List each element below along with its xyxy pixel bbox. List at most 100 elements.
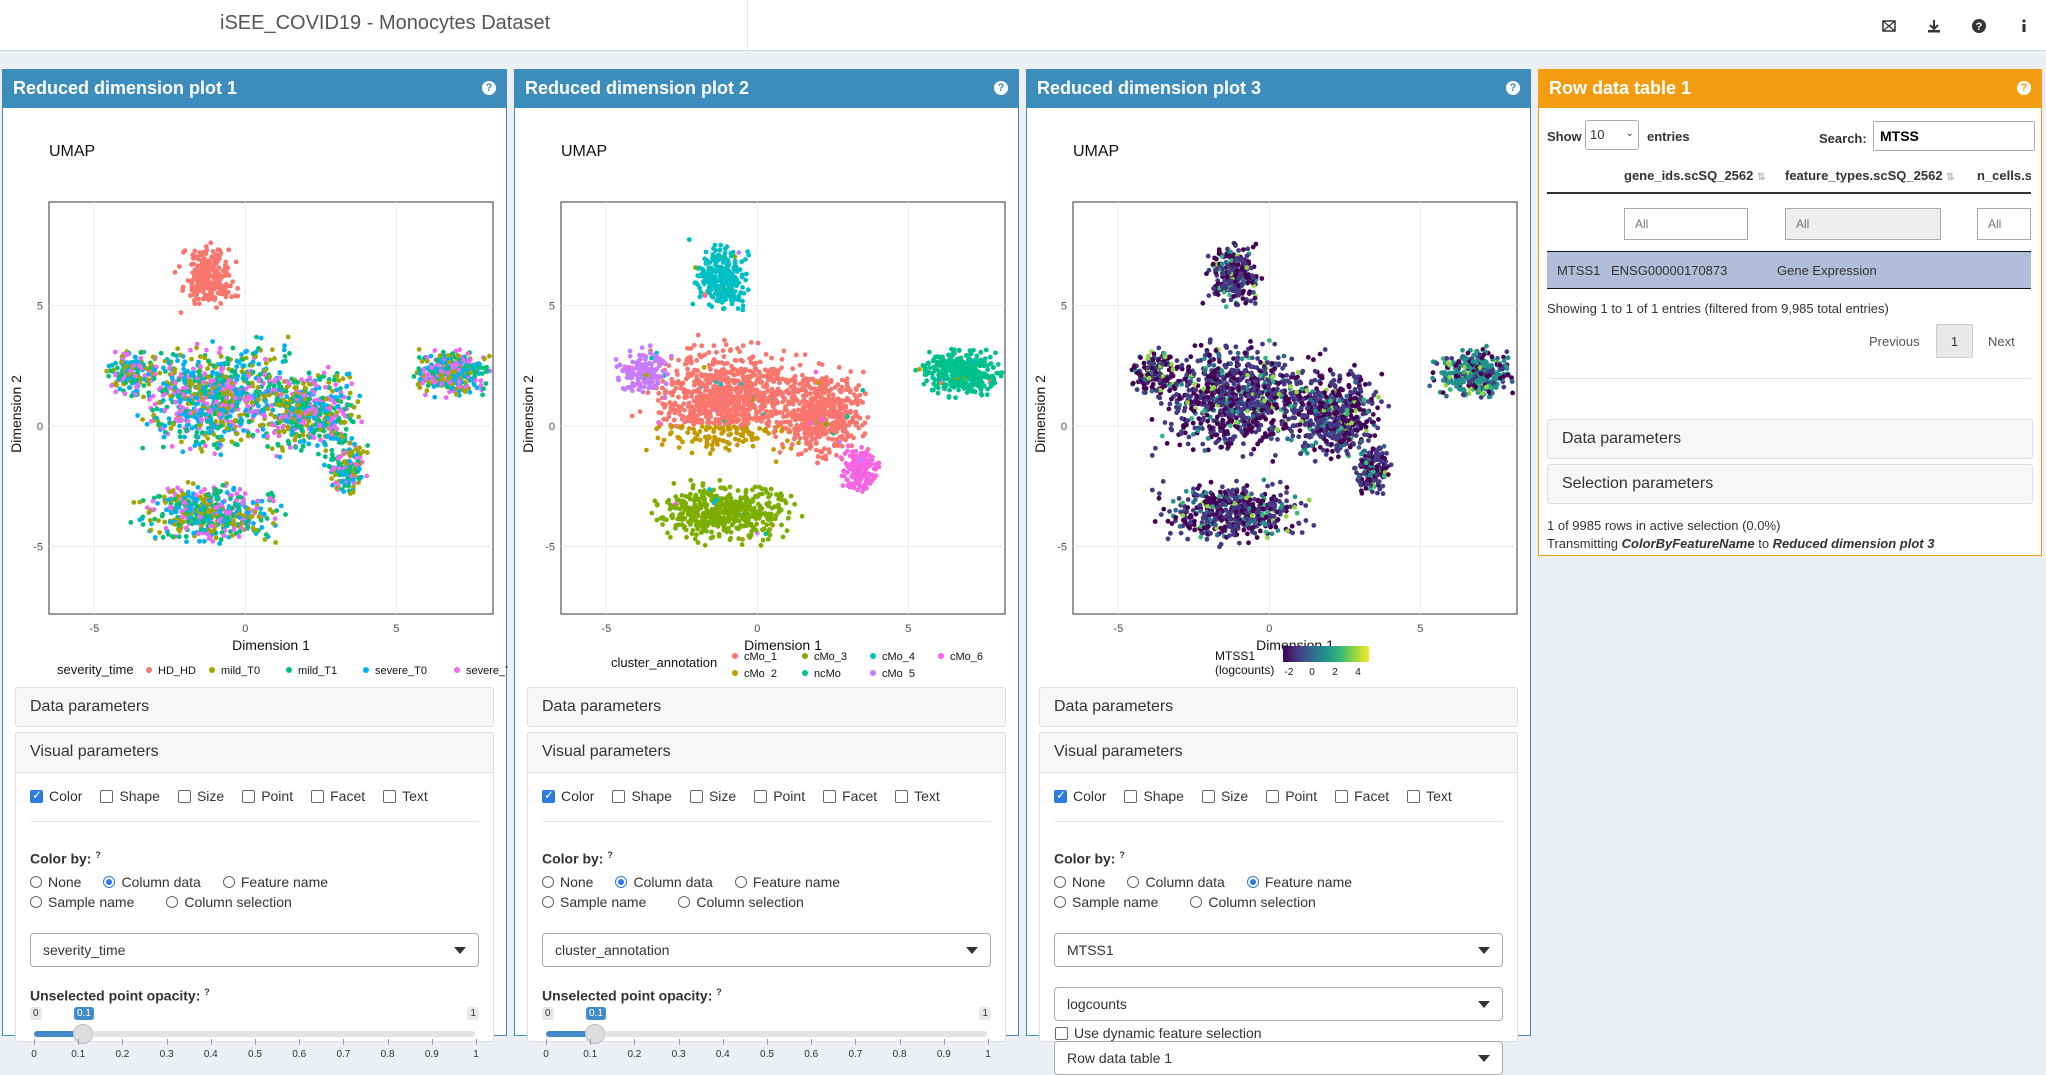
visual-parameters-header[interactable]: Visual parameters	[16, 733, 493, 773]
scatter-point	[357, 394, 362, 399]
scatter-point	[800, 373, 805, 378]
scatter-point	[317, 434, 322, 439]
scatter-point	[697, 429, 702, 434]
scatter-point	[260, 525, 265, 530]
scatter-point	[175, 358, 180, 363]
plot-title: UMAP	[49, 143, 95, 160]
scatter-point	[794, 353, 799, 358]
scatter-point	[702, 396, 707, 401]
scatter-point	[644, 448, 649, 453]
scatter-point	[814, 426, 819, 431]
scatter-point	[829, 424, 834, 429]
scatter-point	[140, 446, 145, 451]
color-column-select[interactable]: severity_time	[30, 933, 479, 967]
scatter-point	[806, 402, 811, 407]
scatter-point	[204, 244, 209, 249]
scatter-point	[140, 515, 145, 520]
scatter-point	[197, 423, 202, 428]
radio-feature-name[interactable]: Feature name	[223, 874, 328, 890]
scatter-point	[417, 355, 422, 360]
scatter-point	[114, 383, 119, 388]
slider-tick-mark	[255, 1039, 256, 1045]
scatter-point	[786, 400, 791, 405]
scatter-point	[216, 497, 221, 502]
scatter-point	[756, 341, 761, 346]
scatter-point	[708, 367, 713, 372]
scatter-point	[219, 286, 224, 291]
scatter-point	[249, 410, 254, 415]
scatter-point	[773, 434, 778, 439]
scatter-point	[720, 360, 725, 365]
scatter-point	[229, 369, 234, 374]
scatter-point	[168, 394, 173, 399]
size-checkbox[interactable]: Size	[178, 788, 224, 804]
scatter-point	[321, 403, 326, 408]
scatter-point	[717, 278, 722, 283]
radio-column-data[interactable]: Column data	[103, 874, 200, 890]
legend-dot	[146, 667, 152, 673]
scatter-point	[680, 381, 685, 386]
scatter-point	[439, 382, 444, 387]
panel-header: Reduced dimension plot 2 ?	[515, 70, 1018, 108]
scatter-point	[727, 402, 732, 407]
scatter-point	[808, 421, 813, 426]
scatter-point	[484, 369, 489, 374]
help-icon[interactable]: ?	[482, 81, 496, 95]
scatter-point	[741, 439, 746, 444]
scatter-point	[251, 500, 256, 505]
scatter-point	[816, 380, 821, 385]
scatter-point	[257, 514, 262, 519]
scatter-plot-svg[interactable]: UMAP-55005-5Dimension 1Dimension 2cluste…	[515, 108, 1020, 678]
shape-checkbox[interactable]: Shape	[100, 788, 159, 804]
scatter-point	[312, 435, 317, 440]
scatter-point	[335, 418, 340, 423]
umap-plot[interactable]: UMAP-55005-5Dimension 1Dimension 2cluste…	[515, 108, 1018, 678]
scatter-point	[202, 285, 207, 290]
radio-sample-name[interactable]: Sample name	[30, 894, 134, 910]
scatter-point	[345, 402, 350, 407]
scatter-point	[337, 473, 342, 478]
scatter-point	[203, 293, 208, 298]
scatter-point	[810, 405, 815, 410]
scatter-point	[241, 428, 246, 433]
scatter-point	[705, 425, 710, 430]
screenshot-icon[interactable]	[1866, 0, 1911, 51]
scatter-point	[162, 408, 167, 413]
scatter-point	[134, 378, 139, 383]
scatter-point	[172, 370, 177, 375]
opacity-slider[interactable]: 0 1 0.1 00.10.20.30.40.50.60.70.80.91	[30, 993, 479, 1063]
scatter-point	[697, 420, 702, 425]
help-icon[interactable]: ?	[994, 81, 1008, 95]
info-icon[interactable]	[2001, 0, 2046, 51]
scatter-point	[215, 395, 220, 400]
scatter-point	[128, 520, 133, 525]
data-parameters-box[interactable]: Data parameters	[15, 687, 494, 727]
scatter-point	[195, 521, 200, 526]
scatter-point	[707, 269, 712, 274]
reduced-dim-panel-2: Reduced dimension plot 2 ? UMAP-55005-5D…	[514, 69, 1019, 1036]
download-icon[interactable]	[1911, 0, 1956, 51]
facet-checkbox[interactable]: Facet	[311, 788, 365, 804]
radio-column-selection[interactable]: Column selection	[166, 894, 291, 910]
scatter-point	[818, 395, 823, 400]
scatter-point	[743, 422, 748, 427]
scatter-plot-svg[interactable]: UMAP-55005-5Dimension 1Dimension 2severi…	[3, 108, 508, 678]
scatter-point	[761, 538, 766, 543]
scatter-point	[286, 439, 291, 444]
radio-none[interactable]: None	[30, 874, 81, 890]
scatter-point	[425, 388, 430, 393]
scatter-point	[786, 391, 791, 396]
scatter-point	[685, 346, 690, 351]
point-checkbox[interactable]: Point	[242, 788, 293, 804]
text-checkbox[interactable]: Text	[383, 788, 428, 804]
scatter-point	[168, 504, 173, 509]
question-icon[interactable]: ?	[1956, 0, 2001, 51]
y-axis-label: Dimension 2	[8, 375, 24, 453]
color-checkbox[interactable]: Color	[30, 788, 82, 804]
scatter-point	[119, 360, 124, 365]
scatter-point	[713, 417, 718, 422]
umap-plot[interactable]: UMAP-55005-5Dimension 1Dimension 2severi…	[3, 108, 506, 678]
y-tick-label: 0	[37, 421, 43, 433]
scatter-point	[234, 390, 239, 395]
scatter-point	[217, 442, 222, 447]
